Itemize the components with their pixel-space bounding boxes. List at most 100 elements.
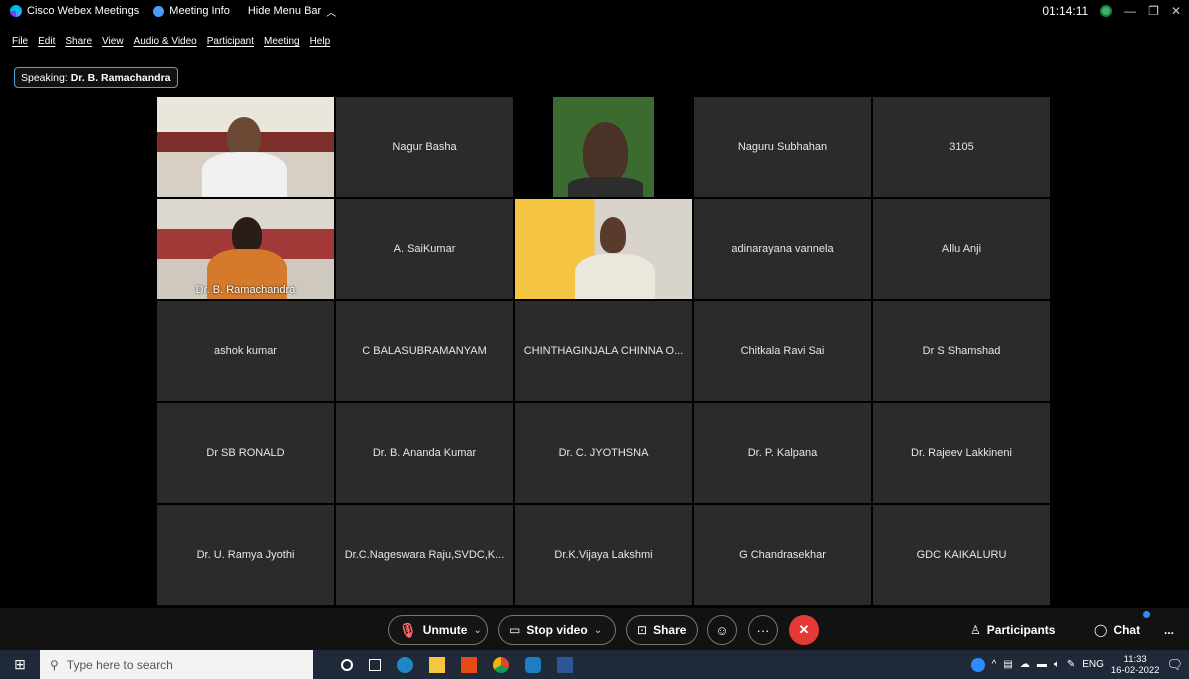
word-icon[interactable]	[557, 656, 573, 673]
more-options-button[interactable]: ···	[748, 615, 778, 645]
taskbar-search-box[interactable]: ⚲ Type here to search	[40, 650, 313, 679]
menu-share[interactable]: Share	[65, 36, 92, 52]
participant-tile[interactable]: Dr.C.Nageswara Raju,SVDC,K...	[336, 505, 513, 605]
help-icon[interactable]	[970, 657, 985, 672]
close-button[interactable]: ✕	[1171, 4, 1181, 18]
volume-icon[interactable]: 🔈︎	[1054, 659, 1060, 670]
file-explorer-icon[interactable]	[429, 656, 445, 673]
stop-video-label: Stop video	[526, 623, 588, 637]
participants-icon: ♙	[970, 623, 981, 637]
unmute-button[interactable]: 🎙︎ Unmute ⌄	[388, 615, 488, 645]
participant-tile[interactable]: Dr. P. Kalpana	[694, 403, 871, 503]
participant-name: Dr.C.Nageswara Raju,SVDC,K...	[344, 549, 505, 561]
participant-tile[interactable]	[515, 199, 692, 299]
menu-participant[interactable]: Participant	[207, 36, 254, 52]
search-icon: ⚲	[50, 657, 59, 672]
participant-tile[interactable]: CHINTHAGINJALA CHINNA O...	[515, 301, 692, 401]
video-feed	[553, 97, 654, 197]
connection-status-icon[interactable]	[1100, 5, 1113, 17]
participant-tile[interactable]	[515, 97, 692, 197]
active-speaker-tile[interactable]: Dr. B. Ramachandra	[157, 199, 334, 299]
chevron-down-icon[interactable]: ⌄	[594, 625, 602, 636]
participant-name: Nagur Basha	[392, 141, 457, 153]
chevron-up-icon[interactable]: ^	[992, 659, 997, 670]
task-view-icon[interactable]	[369, 658, 381, 671]
leave-meeting-button[interactable]: ✕	[789, 615, 819, 645]
overflow-menu-button[interactable]: ...	[1164, 623, 1174, 637]
speaking-label: Speaking:	[21, 71, 68, 84]
chat-icon: ◯	[1094, 623, 1108, 637]
close-icon: ✕	[798, 622, 810, 637]
stop-video-button[interactable]: ▭ Stop video ⌄	[498, 615, 616, 645]
participant-name: ashok kumar	[214, 345, 277, 357]
hide-menu-bar-button[interactable]: Hide Menu Bar ︿	[248, 4, 336, 19]
participant-tile[interactable]: Dr. Rajeev Lakkineni	[873, 403, 1050, 503]
menu-audio-video[interactable]: Audio & Video	[134, 36, 197, 52]
participant-tile[interactable]	[157, 97, 334, 197]
webex-app-icon[interactable]	[525, 656, 541, 673]
system-tray: ^ ▤ ☁ ▬ 🔈︎ ✎ ENG 11:33 16-02-2022 🗨︎	[970, 650, 1189, 679]
chat-notification-badge	[1143, 611, 1150, 618]
participants-button[interactable]: ♙ Participants	[970, 623, 1055, 637]
participant-tile[interactable]: Allu Anji	[873, 199, 1050, 299]
windows-icon: ⊞	[14, 656, 26, 672]
participant-tile[interactable]: 3105	[873, 97, 1050, 197]
search-placeholder: Type here to search	[66, 657, 173, 672]
taskbar-clock[interactable]: 11:33 16-02-2022	[1111, 654, 1160, 676]
participant-name: Dr. B. Ramachandra	[195, 284, 296, 296]
participant-tile[interactable]: GDC KAIKALURU	[873, 505, 1050, 605]
share-button[interactable]: ⊡ Share	[626, 615, 698, 645]
battery-icon[interactable]: ▬	[1037, 659, 1047, 670]
meeting-control-bar: 🎙︎ Unmute ⌄ ▭ Stop video ⌄ ⊡ Share ☺ ···…	[0, 608, 1189, 650]
participant-tile[interactable]: Dr. C. JYOTHSNA	[515, 403, 692, 503]
menu-meeting[interactable]: Meeting	[264, 36, 300, 52]
app-title-label: Cisco Webex Meetings	[27, 5, 140, 17]
webex-logo-icon	[10, 5, 22, 17]
participant-tile[interactable]: Naguru Subhahan	[694, 97, 871, 197]
participant-tile[interactable]: A. SaiKumar	[336, 199, 513, 299]
cortana-icon[interactable]	[341, 658, 353, 671]
participant-name: CHINTHAGINJALA CHINNA O...	[523, 345, 684, 357]
participant-tile[interactable]: adinarayana vannela	[694, 199, 871, 299]
chat-button[interactable]: ◯ Chat	[1094, 623, 1140, 637]
speaking-indicator: Speaking: Dr. B. Ramachandra	[14, 67, 178, 88]
video-feed	[515, 199, 692, 299]
pen-icon[interactable]: ✎	[1067, 659, 1075, 670]
reactions-button[interactable]: ☺	[707, 615, 737, 645]
participant-tile[interactable]: Nagur Basha	[336, 97, 513, 197]
menu-help[interactable]: Help	[310, 36, 331, 52]
app-title[interactable]: Cisco Webex Meetings	[10, 5, 139, 17]
participant-name: 3105	[949, 141, 974, 153]
participant-name: Dr. B. Ananda Kumar	[372, 447, 477, 459]
participant-tile[interactable]: Dr.K.Vijaya Lakshmi	[515, 505, 692, 605]
participant-name: C BALASUBRAMANYAM	[362, 345, 487, 357]
participant-tile[interactable]: C BALASUBRAMANYAM	[336, 301, 513, 401]
participant-tile[interactable]: ashok kumar	[157, 301, 334, 401]
minimize-button[interactable]: —	[1124, 4, 1136, 18]
participant-tile[interactable]: Dr S Shamshad	[873, 301, 1050, 401]
participant-name: Dr. Rajeev Lakkineni	[911, 447, 1012, 459]
participant-tile[interactable]: Dr. B. Ananda Kumar	[336, 403, 513, 503]
menu-file[interactable]: File	[12, 36, 28, 52]
menu-view[interactable]: View	[102, 36, 124, 52]
menu-edit[interactable]: Edit	[38, 36, 55, 52]
office-icon[interactable]	[461, 656, 477, 673]
participant-name: GDC KAIKALURU	[916, 549, 1007, 561]
video-feed	[157, 97, 334, 197]
participant-tile[interactable]: Chitkala Ravi Sai	[694, 301, 871, 401]
chevron-down-icon[interactable]: ⌄	[473, 625, 481, 636]
participant-tile[interactable]: G Chandrasekhar	[694, 505, 871, 605]
network-icon[interactable]: ▤	[1003, 659, 1012, 670]
meeting-info-button[interactable]: Meeting Info	[153, 5, 230, 17]
restore-button[interactable]: ❐	[1148, 4, 1159, 18]
participant-tile[interactable]: Dr. U. Ramya Jyothi	[157, 505, 334, 605]
notifications-icon[interactable]: 🗨︎	[1166, 657, 1183, 673]
cloud-icon[interactable]: ☁	[1020, 659, 1030, 670]
edge-browser-icon[interactable]	[397, 656, 413, 673]
chat-label: Chat	[1113, 623, 1141, 637]
chrome-icon[interactable]	[493, 656, 509, 673]
start-button[interactable]: ⊞	[0, 650, 40, 679]
participant-name: Dr SB RONALD	[206, 447, 285, 459]
language-indicator[interactable]: ENG	[1082, 659, 1104, 670]
participant-tile[interactable]: Dr SB RONALD	[157, 403, 334, 503]
